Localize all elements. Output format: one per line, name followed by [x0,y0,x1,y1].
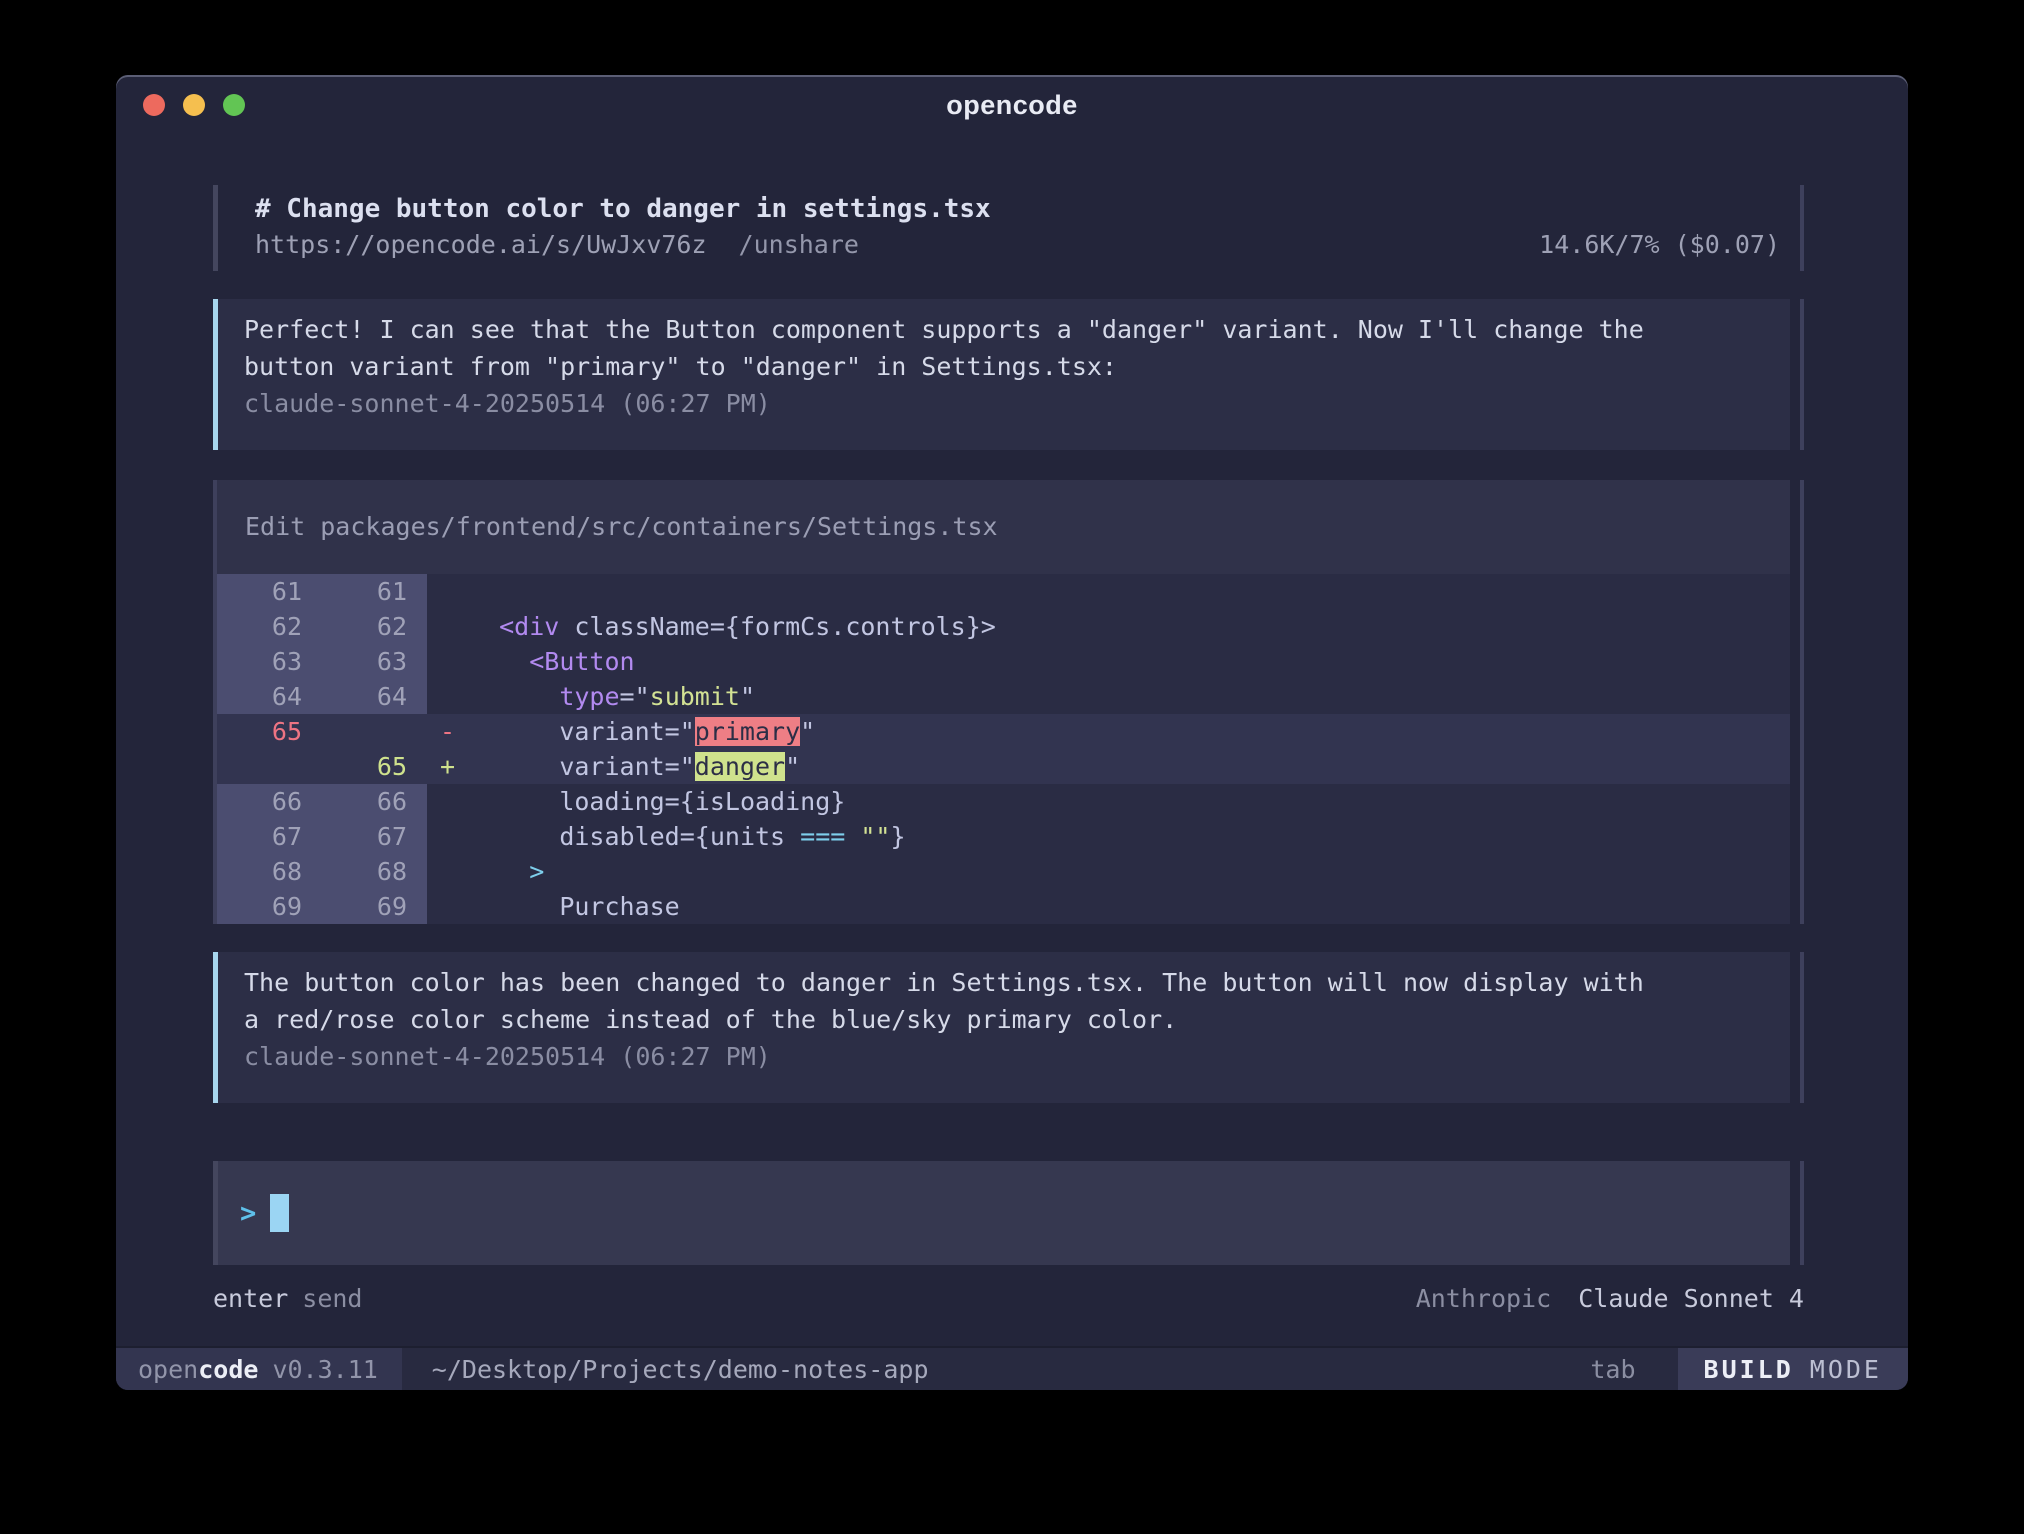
message-meta: claude-sonnet-4-20250514 (06:27 PM) [244,1038,1760,1075]
diff-row: 6767 disabled={units === ""} [217,819,1790,854]
opencode-window: opencode # Change button color to danger… [116,75,1908,1390]
assistant-message: Perfect! I can see that the Button compo… [213,299,1790,450]
diff-row: 6363 <Button [217,644,1790,679]
mode-label-bold: BUILD [1704,1355,1794,1384]
app-version-segment: opencode v0.3.11 [116,1348,402,1390]
title-bar: opencode [116,75,1908,135]
app-name-prefix: open [138,1355,198,1384]
hint-send-label: send [302,1281,362,1317]
diff-row: 65- variant="primary" [217,714,1790,749]
assistant-message: The button color has been changed to dan… [213,952,1790,1103]
footer-hints: enter send Anthropic Claude Sonnet 4 [213,1281,1804,1317]
build-mode-segment[interactable]: BUILD MODE [1678,1348,1908,1390]
message-text: Perfect! I can see that the Button compo… [244,311,1760,385]
diff-rows: 61616262 <div className={formCs.controls… [217,574,1790,924]
diff-row: 6262 <div className={formCs.controls}> [217,609,1790,644]
diff-row: 6868 > [217,854,1790,889]
diff-row: 6464 type="submit" [217,679,1790,714]
session-header: # Change button color to danger in setti… [213,185,1804,271]
model-name: Claude Sonnet 4 [1578,1284,1804,1313]
tab-key-hint[interactable]: tab [1590,1355,1635,1384]
chat-input[interactable]: > [213,1161,1790,1265]
diff-row: 6969 Purchase [217,889,1790,924]
share-url[interactable]: https://opencode.ai/s/UwJxv76z [255,227,707,263]
mode-label-rest: MODE [1810,1355,1882,1384]
status-bar: opencode v0.3.11 ~/Desktop/Projects/demo… [116,1346,1908,1390]
unshare-command[interactable]: /unshare [739,227,859,263]
message-meta: claude-sonnet-4-20250514 (06:27 PM) [244,385,1760,422]
diff-row: 65+ variant="danger" [217,749,1790,784]
token-cost-stats: 14.6K/7% ($0.07) [1539,227,1780,263]
prompt-symbol: > [240,1198,256,1229]
window-title: opencode [116,90,1908,121]
session-title: # Change button color to danger in setti… [255,191,1780,227]
hint-enter-key: enter [213,1281,288,1317]
app-name-suffix: code [198,1355,258,1384]
edit-tool-card: Edit packages/frontend/src/containers/Se… [213,480,1790,924]
edit-tool-header: Edit packages/frontend/src/containers/Se… [217,480,1790,574]
model-provider: Anthropic [1416,1284,1551,1313]
text-cursor [270,1194,289,1232]
working-directory: ~/Desktop/Projects/demo-notes-app [432,1355,929,1384]
diff-row: 6161 [217,574,1790,609]
app-version: v0.3.11 [272,1355,377,1384]
diff-row: 6666 loading={isLoading} [217,784,1790,819]
message-text: The button color has been changed to dan… [244,964,1760,1038]
